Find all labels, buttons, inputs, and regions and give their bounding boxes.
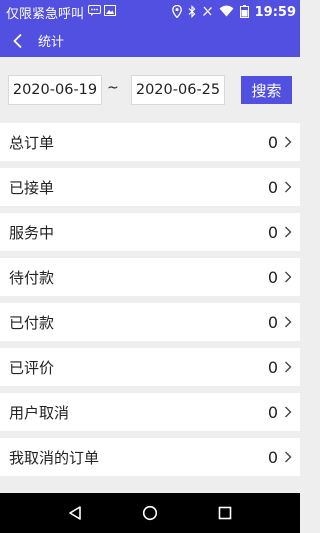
stat-row-paid[interactable]: 已付款 0	[0, 303, 300, 341]
stat-row-user-cancelled[interactable]: 用户取消 0	[0, 393, 300, 431]
stat-label: 服务中	[9, 223, 55, 242]
stat-value: 0	[267, 357, 278, 377]
stat-value: 0	[267, 222, 278, 242]
stat-value: 0	[267, 312, 278, 332]
nav-back-button[interactable]	[60, 498, 90, 528]
nav-recents-button[interactable]	[210, 498, 240, 528]
nav-home-button[interactable]	[135, 498, 165, 528]
mute-icon	[202, 5, 213, 19]
status-time: 19:59	[254, 4, 296, 20]
stat-label: 已付款	[9, 313, 55, 332]
chevron-right-icon	[284, 181, 292, 193]
search-button[interactable]: 搜索	[241, 76, 292, 104]
chevron-right-icon	[284, 226, 292, 238]
page-title: 统计	[38, 35, 65, 50]
bluetooth-icon	[188, 4, 196, 20]
status-bar: 仅限紧急呼叫 19:59	[0, 0, 300, 24]
date-filter: 2020-06-19 ~ 2020-06-25 搜索	[0, 57, 300, 117]
triangle-back-icon	[69, 506, 82, 520]
end-date-field[interactable]: 2020-06-25	[131, 75, 225, 105]
status-carrier-text: 仅限紧急呼叫	[6, 6, 85, 22]
circle-home-icon	[142, 505, 158, 521]
status-notification-icons	[88, 5, 117, 19]
stat-label: 已评价	[9, 358, 55, 377]
stat-row-reviewed[interactable]: 已评价 0	[0, 348, 300, 386]
stat-row-accepted[interactable]: 已接单 0	[0, 168, 300, 206]
app-bar: 统计	[0, 24, 300, 57]
stat-label: 已接单	[9, 178, 55, 197]
chevron-right-icon	[284, 316, 292, 328]
chevron-right-icon	[284, 451, 292, 463]
status-system-icons: 19:59	[171, 4, 296, 20]
wifi-icon	[219, 5, 234, 19]
stats-list: 总订单 0 已接单 0 服务中 0 待付款 0 已付款 0 已评价 0 用户取消…	[0, 123, 300, 483]
location-icon	[171, 4, 182, 20]
stat-label: 用户取消	[9, 403, 70, 422]
system-nav-bar	[0, 493, 300, 533]
stat-label: 待付款	[9, 268, 55, 287]
stat-value: 0	[267, 132, 278, 152]
back-button[interactable]	[12, 30, 32, 52]
stat-value: 0	[267, 402, 278, 422]
stat-value: 0	[267, 177, 278, 197]
message-icon	[88, 5, 102, 19]
stat-value: 0	[267, 267, 278, 287]
stat-row-my-cancelled[interactable]: 我取消的订单 0	[0, 438, 300, 476]
stat-row-total-orders[interactable]: 总订单 0	[0, 123, 300, 161]
chevron-right-icon	[284, 361, 292, 373]
square-recents-icon	[218, 506, 231, 520]
chevron-left-icon	[13, 33, 22, 48]
image-icon	[104, 5, 117, 19]
stat-label: 总订单	[9, 133, 55, 152]
chevron-right-icon	[284, 136, 292, 148]
start-date-field[interactable]: 2020-06-19	[8, 75, 102, 105]
date-range-separator: ~	[107, 80, 119, 96]
chevron-right-icon	[284, 406, 292, 418]
stat-row-pending-payment[interactable]: 待付款 0	[0, 258, 300, 296]
stat-value: 0	[267, 447, 278, 467]
stat-row-in-service[interactable]: 服务中 0	[0, 213, 300, 251]
battery-icon	[239, 4, 249, 20]
chevron-right-icon	[284, 271, 292, 283]
stat-label: 我取消的订单	[9, 448, 100, 467]
